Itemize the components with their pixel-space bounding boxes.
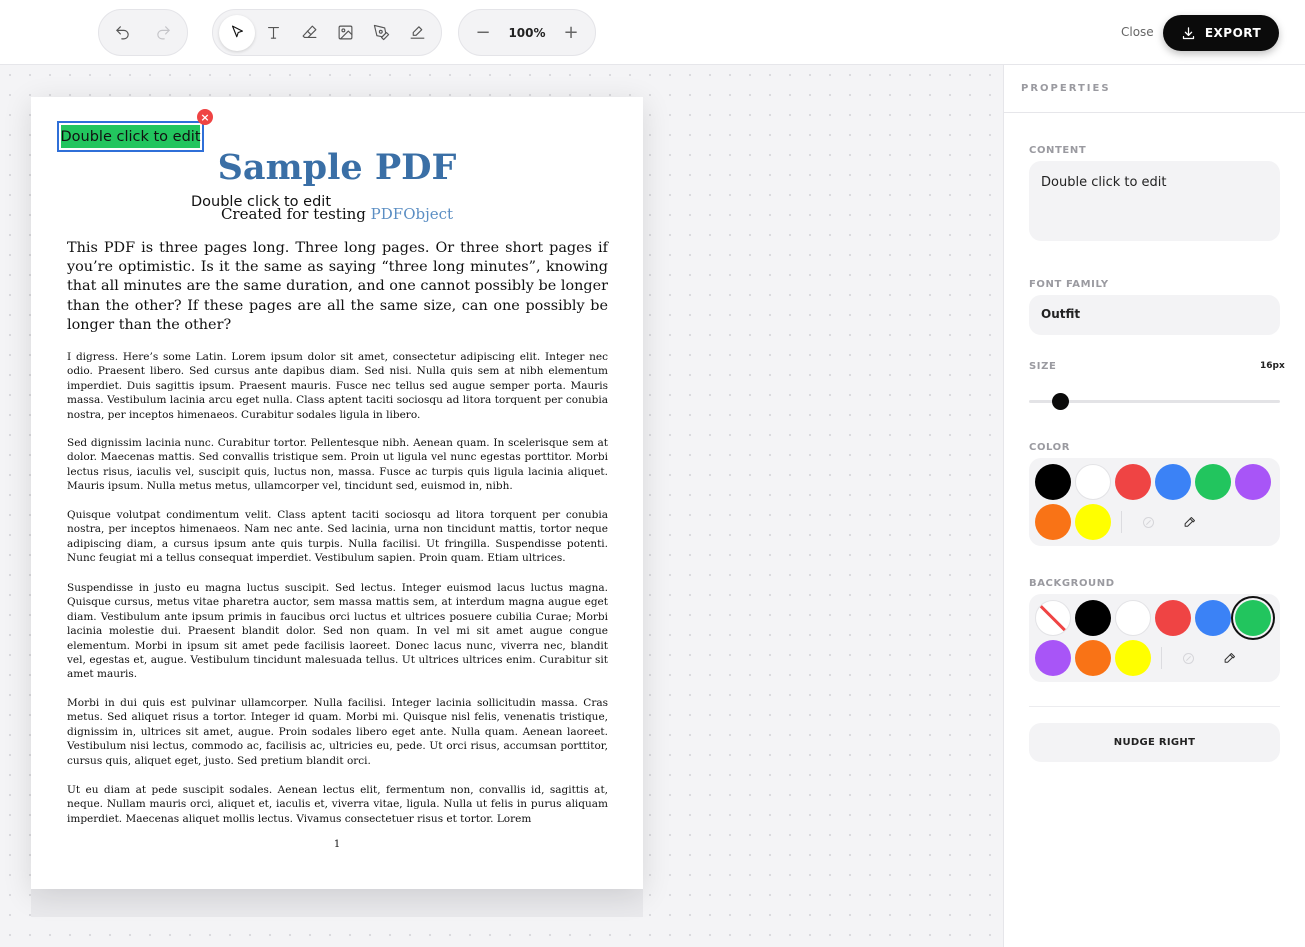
text-icon[interactable] bbox=[255, 15, 291, 51]
zoom-group: − 100% + bbox=[458, 9, 596, 56]
undo-icon[interactable] bbox=[104, 15, 140, 51]
transparent-swatch[interactable] bbox=[1035, 600, 1071, 636]
pdf-page[interactable]: Sample PDF Created for testing PDFObject… bbox=[31, 97, 643, 889]
download-icon bbox=[1182, 26, 1194, 39]
zoom-in-button[interactable]: + bbox=[561, 22, 581, 43]
canvas[interactable]: Sample PDF Created for testing PDFObject… bbox=[0, 65, 1003, 947]
color-swatch[interactable] bbox=[1035, 504, 1071, 540]
pdf-lead-paragraph: This PDF is three pages long. Three long… bbox=[67, 240, 608, 333]
selected-text-annotation[interactable]: Double click to edit bbox=[57, 121, 204, 152]
panel-title: PROPERTIES bbox=[1004, 65, 1305, 113]
export-label: EXPORT bbox=[1204, 26, 1262, 40]
font-family-select[interactable]: Outfit bbox=[1029, 295, 1280, 335]
zoom-out-button[interactable]: − bbox=[473, 22, 493, 43]
top-toolbar: − 100% + Close EXPORT bbox=[0, 0, 1305, 65]
size-slider-thumb[interactable] bbox=[1052, 393, 1070, 410]
font-family-label: FONT FAMILY bbox=[1029, 279, 1109, 290]
divider bbox=[1029, 706, 1280, 707]
cursor-icon[interactable] bbox=[219, 14, 255, 51]
swatch-separator bbox=[1161, 647, 1162, 669]
redo-icon[interactable] bbox=[146, 15, 182, 51]
annotation-text[interactable]: Double click to edit bbox=[61, 125, 201, 148]
color-swatch[interactable] bbox=[1235, 600, 1271, 636]
history-group bbox=[98, 9, 188, 56]
pdf-paragraph: Morbi in dui quis est pulvinar ullamcorp… bbox=[67, 697, 608, 767]
pdf-paragraph: I digress. Here’s some Latin. Lorem ipsu… bbox=[67, 351, 608, 421]
content-label: CONTENT bbox=[1029, 145, 1087, 156]
color-swatch[interactable] bbox=[1155, 464, 1191, 500]
pdf-paragraph: Suspendisse in justo eu magna luctus sus… bbox=[67, 582, 608, 681]
properties-panel: PROPERTIES CONTENT Double click to edit … bbox=[1003, 65, 1305, 947]
color-swatch[interactable] bbox=[1195, 464, 1231, 500]
color-swatch[interactable] bbox=[1035, 464, 1071, 500]
pdf-title: Sample PDF bbox=[217, 147, 457, 188]
color-swatch[interactable] bbox=[1075, 600, 1111, 636]
color-swatch[interactable] bbox=[1075, 640, 1111, 676]
custom-color-icon[interactable] bbox=[1179, 649, 1197, 667]
signature-icon[interactable] bbox=[399, 15, 435, 51]
pen-nib-icon[interactable] bbox=[363, 15, 399, 51]
remove-annotation-button[interactable]: × bbox=[197, 109, 213, 125]
page-number: 1 bbox=[333, 839, 341, 850]
background-swatches bbox=[1029, 594, 1280, 682]
pdf-subtitle: Created for testing PDFObject bbox=[31, 205, 643, 223]
color-swatch[interactable] bbox=[1115, 600, 1151, 636]
text-annotation[interactable]: Double click to edit bbox=[191, 194, 331, 210]
size-value: 16px bbox=[1260, 361, 1285, 371]
pdf-paragraph: Ut eu diam at pede suscipit sodales. Aen… bbox=[67, 784, 608, 825]
swatch-separator bbox=[1121, 511, 1122, 533]
color-swatches bbox=[1029, 458, 1280, 546]
zoom-level: 100% bbox=[508, 25, 546, 40]
image-icon[interactable] bbox=[327, 15, 363, 51]
eyedropper-icon[interactable] bbox=[1180, 513, 1198, 531]
color-swatch[interactable] bbox=[1195, 600, 1231, 636]
pdf-paragraph: Sed dignissim lacinia nunc. Curabitur to… bbox=[67, 437, 608, 493]
color-label: COLOR bbox=[1029, 442, 1071, 453]
pdf-paragraph: Quisque volutpat condimentum velit. Clas… bbox=[67, 509, 608, 565]
close-button[interactable]: Close bbox=[1121, 25, 1154, 39]
tools-group bbox=[212, 9, 442, 56]
color-swatch[interactable] bbox=[1155, 600, 1191, 636]
color-swatch[interactable] bbox=[1235, 464, 1271, 500]
pdfobject-link[interactable]: PDFObject bbox=[371, 205, 453, 223]
color-swatch[interactable] bbox=[1115, 464, 1151, 500]
content-textarea[interactable]: Double click to edit bbox=[1029, 161, 1280, 241]
export-button[interactable]: EXPORT bbox=[1163, 15, 1279, 51]
color-swatch[interactable] bbox=[1075, 464, 1111, 500]
size-label: SIZE bbox=[1029, 361, 1057, 372]
background-label: BACKGROUND bbox=[1029, 578, 1115, 589]
eraser-icon[interactable] bbox=[291, 15, 327, 51]
color-swatch[interactable] bbox=[1115, 640, 1151, 676]
eyedropper-icon[interactable] bbox=[1220, 649, 1238, 667]
color-swatch[interactable] bbox=[1075, 504, 1111, 540]
custom-color-icon[interactable] bbox=[1139, 513, 1157, 531]
nudge-right-button[interactable]: NUDGE RIGHT bbox=[1029, 723, 1280, 762]
color-swatch[interactable] bbox=[1035, 640, 1071, 676]
